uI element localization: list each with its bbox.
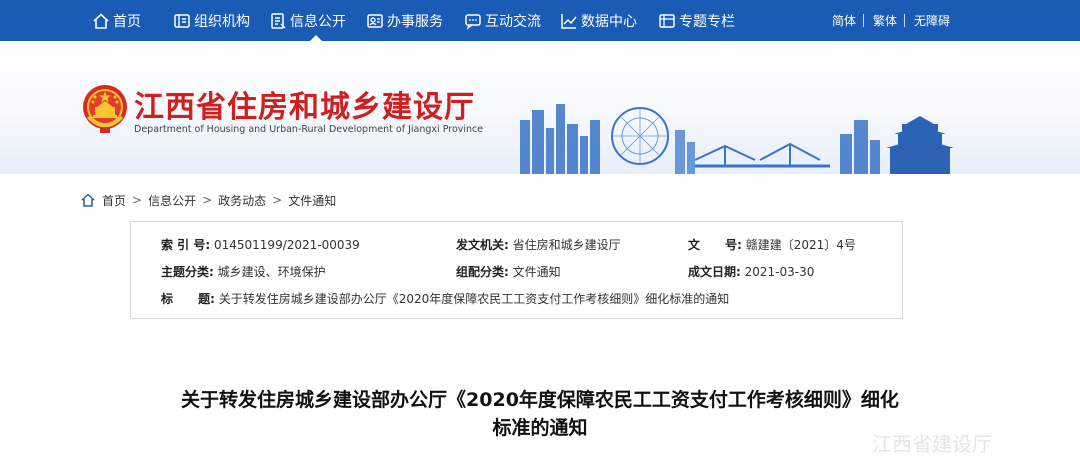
issuer-value: 省住房和城乡建设厅 — [512, 238, 621, 252]
breadcrumb-news[interactable]: 政务动态 — [218, 192, 266, 209]
doc-title-row: 标 题: 关于转发住房城乡建设部办公厅《2020年度保障农民工工资支付工作考核细… — [161, 290, 729, 307]
nav-org-label: 组织机构 — [194, 13, 250, 30]
topic-value: 城乡建设、环境保护 — [217, 265, 326, 279]
index-number-row: 索 引 号: 014501199/2021-00039 — [161, 236, 360, 253]
breadcrumb-info[interactable]: 信息公开 — [148, 192, 196, 209]
article-title-line-1: 关于转发住房城乡建设部办公厅《2020年度保障农民工工资支付工作考核细则》细化 — [181, 389, 899, 411]
topic-label: 主题分类: — [161, 265, 214, 279]
date-value: 2021-03-30 — [744, 265, 815, 279]
nav-org[interactable]: 组织机构 — [173, 0, 250, 41]
index-number-value: 014501199/2021-00039 — [213, 238, 360, 252]
breadcrumb-separator: > — [272, 193, 283, 207]
topic-row: 主题分类: 城乡建设、环境保护 — [161, 263, 326, 280]
doc-title-value: 关于转发住房城乡建设部办公厅《2020年度保障农民工工资支付工作考核细则》细化标… — [218, 292, 730, 306]
accessibility-link[interactable]: 无障碍 — [914, 0, 950, 41]
nav-topic-label: 专题专栏 — [679, 13, 735, 30]
nav-home-label: 首页 — [113, 13, 141, 30]
group-label: 组配分类: — [456, 265, 509, 279]
top-nav: 首页 组织机构 信息公开 办事服务 互动交流 数据中心 专题专栏 简体 繁体 无… — [0, 0, 1080, 41]
lang-traditional[interactable]: 繁体 — [873, 0, 897, 41]
lang-simplified[interactable]: 简体 — [832, 0, 856, 41]
nav-data[interactable]: 数据中心 — [560, 0, 637, 41]
issuer-label: 发文机关: — [456, 238, 509, 252]
nav-topic[interactable]: 专题专栏 — [658, 0, 735, 41]
topic-icon — [659, 13, 675, 28]
issuer-row: 发文机关: 省住房和城乡建设厅 — [456, 236, 621, 253]
document-info-box: 索 引 号: 014501199/2021-00039 发文机关: 省住房和城乡… — [130, 221, 903, 319]
org-icon — [174, 13, 190, 28]
nav-service[interactable]: 办事服务 — [366, 0, 443, 41]
breadcrumb: 首页 > 信息公开 > 政务动态 > 文件通知 — [80, 191, 336, 209]
home-icon — [93, 12, 109, 29]
date-label: 成文日期: — [688, 265, 741, 279]
chart-icon — [561, 13, 577, 29]
breadcrumb-home[interactable]: 首页 — [102, 192, 126, 209]
lang-divider — [863, 14, 864, 27]
group-value: 文件通知 — [512, 265, 561, 279]
nav-interact-label: 互动交流 — [485, 13, 541, 30]
national-emblem-icon — [83, 85, 127, 133]
nav-service-label: 办事服务 — [387, 13, 443, 30]
index-number-label: 索 引 号: — [161, 238, 211, 252]
site-subtitle: Department of Housing and Urban-Rural De… — [134, 124, 484, 135]
doc-icon — [271, 12, 286, 29]
document-number-row: 文 号: 赣建建〔2021〕4号 — [688, 236, 856, 253]
document-number-value: 赣建建〔2021〕4号 — [745, 238, 856, 252]
breadcrumb-notices[interactable]: 文件通知 — [288, 192, 336, 209]
breadcrumb-separator: > — [202, 193, 213, 207]
nav-interact[interactable]: 互动交流 — [464, 0, 541, 41]
date-row: 成文日期: 2021-03-30 — [688, 263, 814, 280]
nav-home[interactable]: 首页 — [92, 0, 141, 41]
document-number-label: 文 号: — [688, 238, 742, 252]
lang-divider — [904, 14, 905, 27]
service-icon — [367, 13, 383, 28]
doc-title-label: 标 题: — [161, 292, 215, 306]
nav-info-label: 信息公开 — [290, 13, 346, 30]
city-skyline-illustration — [520, 104, 954, 174]
nav-info[interactable]: 信息公开 — [269, 0, 346, 41]
chat-icon — [465, 13, 481, 30]
home-icon — [81, 193, 95, 207]
nav-data-label: 数据中心 — [581, 13, 637, 30]
site-title[interactable]: 江西省住房和城乡建设厅 — [134, 82, 475, 126]
group-row: 组配分类: 文件通知 — [456, 263, 561, 280]
breadcrumb-separator: > — [132, 193, 143, 207]
watermark: 江西省建设厅 — [872, 432, 992, 456]
